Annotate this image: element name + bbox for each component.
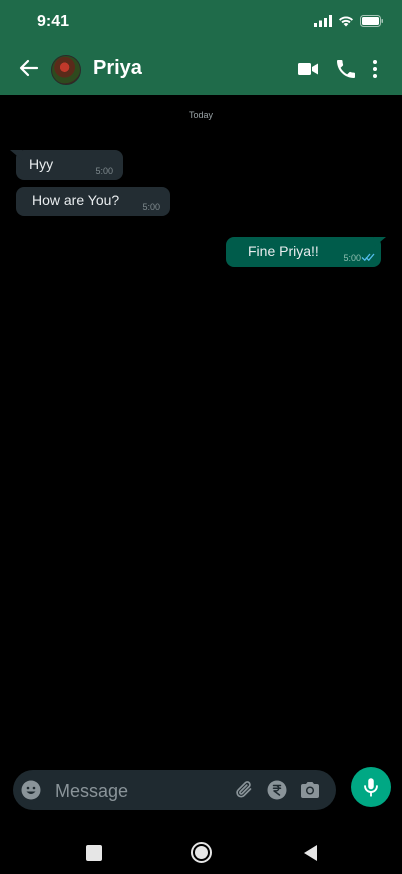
microphone-icon xyxy=(364,778,378,797)
bubble-tail xyxy=(374,237,386,247)
message-composer xyxy=(13,770,336,810)
contact-name[interactable]: Priya xyxy=(93,57,142,80)
app-bar: Priya xyxy=(0,44,402,95)
chat-header: 9:41 Priya xyxy=(0,0,402,95)
mic-button[interactable] xyxy=(351,767,391,807)
message-text: How are You? xyxy=(32,192,120,208)
message-input[interactable] xyxy=(55,778,225,804)
status-icons xyxy=(314,15,384,27)
date-separator: Today xyxy=(188,110,214,120)
emoji-icon[interactable] xyxy=(21,780,41,800)
chat-area[interactable]: Today Hyy 5:00 How are You? 5:00 Fine Pr… xyxy=(0,95,402,755)
message-time: 5:00 xyxy=(343,253,361,263)
signal-icon xyxy=(314,15,332,27)
recent-apps-icon[interactable] xyxy=(86,845,102,861)
message-outgoing[interactable]: Fine Priya!! 5:00 xyxy=(226,237,386,267)
message-time: 5:00 xyxy=(142,202,160,212)
arrow-left-icon[interactable] xyxy=(17,56,41,80)
home-icon[interactable] xyxy=(191,842,212,863)
avatar[interactable] xyxy=(51,55,81,85)
bubble-tail xyxy=(10,150,22,160)
message-time: 5:00 xyxy=(95,166,113,176)
read-ticks-icon xyxy=(361,253,375,262)
status-bar: 9:41 xyxy=(0,0,402,44)
rupee-icon[interactable] xyxy=(267,780,287,800)
back-triangle-icon[interactable] xyxy=(304,845,317,861)
paperclip-icon[interactable] xyxy=(234,779,256,801)
message-incoming[interactable]: Hyy 5:00 xyxy=(10,150,123,180)
battery-icon xyxy=(360,15,383,27)
wifi-icon xyxy=(339,16,353,27)
video-camera-icon[interactable] xyxy=(296,57,320,81)
system-nav-bar xyxy=(0,826,402,874)
message-text: Fine Priya!! xyxy=(248,243,319,259)
camera-icon[interactable] xyxy=(299,780,321,800)
message-text: Hyy xyxy=(29,156,54,172)
status-time: 9:41 xyxy=(37,13,70,30)
phone-icon[interactable] xyxy=(334,57,358,81)
message-incoming[interactable]: How are You? 5:00 xyxy=(16,187,170,216)
more-vertical-icon[interactable] xyxy=(366,57,390,81)
